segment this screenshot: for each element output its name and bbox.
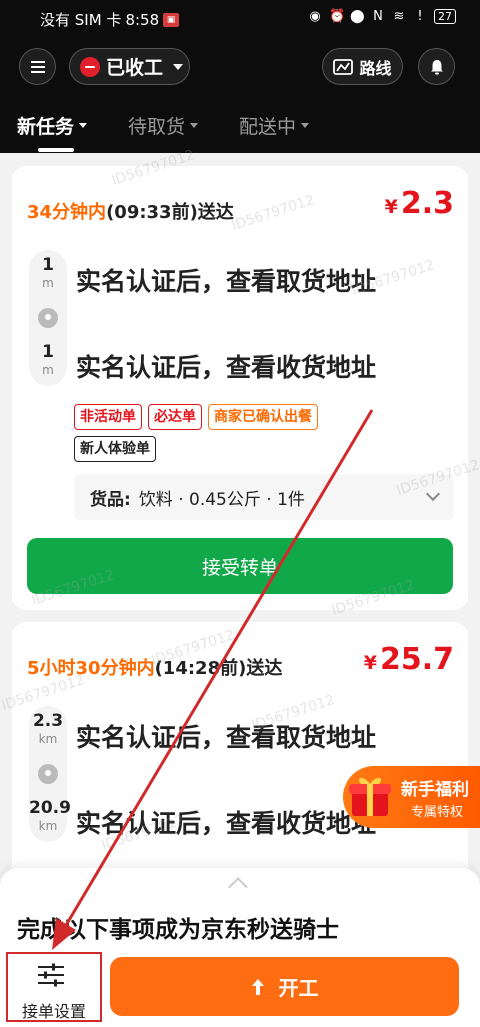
- status-bar: 没有 SIM 卡 8:58 ▣ ◉ ⏰ ⬤ N ≋ ! 27: [0, 0, 480, 36]
- distance-value: 1: [42, 255, 54, 275]
- distance-value: 2.3: [32, 711, 64, 731]
- menu-button[interactable]: [19, 48, 56, 85]
- deadline-duration: 5小时30分钟内: [27, 658, 155, 679]
- sliders-icon: [38, 963, 64, 987]
- order-price: ¥ 25.7: [364, 642, 454, 677]
- stop-icon: [80, 56, 100, 77]
- distance-unit: m: [42, 276, 54, 290]
- pickup-address: 实名认证后，查看取货地址: [76, 267, 377, 296]
- promo-title: 新手福利: [401, 780, 469, 800]
- promo-subtitle: 专属特权: [411, 805, 464, 820]
- chevron-up-icon[interactable]: [228, 877, 248, 897]
- location-pin-icon: [38, 764, 58, 784]
- price-value: 2.3: [400, 186, 454, 221]
- location-icon: ⬤: [350, 8, 365, 24]
- delivery-distance: 20.9 km: [29, 798, 71, 834]
- chevron-down-icon: [425, 486, 441, 502]
- order-settings-label: 接单设置: [21, 1002, 86, 1021]
- bell-icon: [430, 59, 443, 74]
- clock: 8:58: [125, 10, 160, 29]
- distance-rail: 2.3 km 20.9 km: [29, 706, 71, 842]
- alarm-icon: ⏰: [329, 8, 346, 24]
- battery-icon: 27: [434, 9, 456, 24]
- tab-pending-pickup[interactable]: 待取货: [128, 112, 199, 139]
- eye-icon: ◉: [309, 8, 321, 24]
- pickup-distance: 2.3 km: [29, 711, 67, 747]
- work-status-toggle[interactable]: 已收工: [69, 48, 190, 85]
- goods-label: 货品:: [90, 489, 131, 510]
- carrier-text: 没有 SIM 卡: [40, 11, 122, 29]
- start-work-label: 开工: [278, 976, 319, 1000]
- alert-icon: !: [417, 8, 423, 24]
- wifi-icon: ≋: [393, 8, 405, 24]
- nfc-icon: N: [373, 8, 383, 24]
- notification-icon: ▣: [163, 12, 180, 27]
- price-value: 25.7: [379, 642, 454, 677]
- newbie-benefits-badge[interactable]: 新手福利 专属特权: [343, 766, 480, 828]
- order-tabs: 新任务 待取货 配送中: [0, 104, 480, 153]
- route-button[interactable]: 路线: [322, 48, 403, 85]
- arrow-up-icon: [251, 978, 264, 995]
- order-card[interactable]: 34分钟内(09:33前)送达 ¥ 2.3 1 m 1 m 实名认证后，查看取货…: [12, 166, 468, 610]
- accept-transfer-button[interactable]: 接受转单: [27, 538, 453, 594]
- order-card[interactable]: 5小时30分钟内(14:28前)送达 ¥ 25.7 2.3 km 20.9 km…: [12, 622, 468, 902]
- delivery-distance: 1 m: [29, 342, 67, 378]
- pickup-distance: 1 m: [29, 255, 67, 291]
- hamburger-icon: [30, 60, 45, 73]
- currency-symbol: ¥: [363, 652, 377, 674]
- tag: 新人体验单: [74, 436, 156, 462]
- gift-icon: [349, 777, 391, 816]
- distance-rail: 1 m 1 m: [29, 250, 67, 386]
- pickup-address: 实名认证后，查看取货地址: [76, 723, 377, 752]
- map-icon: [333, 58, 354, 75]
- app-header: 没有 SIM 卡 8:58 ▣ ◉ ⏰ ⬤ N ≋ ! 27 已收工 路线 新任…: [0, 0, 480, 153]
- chevron-down-icon: [301, 123, 310, 128]
- deadline-time: (09:33前)送达: [106, 202, 234, 223]
- distance-unit: m: [42, 363, 54, 377]
- currency-symbol: ¥: [384, 196, 398, 218]
- distance-unit: km: [38, 732, 58, 746]
- deadline-time: (14:28前)送达: [154, 658, 283, 679]
- tag: 非活动单: [74, 404, 142, 430]
- notifications-button[interactable]: [418, 48, 455, 85]
- tab-new-tasks[interactable]: 新任务: [17, 112, 88, 139]
- distance-unit: km: [38, 819, 58, 833]
- delivery-address: 实名认证后，查看收货地址: [76, 353, 377, 382]
- tab-label: 待取货: [128, 116, 186, 138]
- sheet-title: 完成以下事项成为京东秒送骑士: [17, 917, 339, 943]
- order-settings-button[interactable]: 接单设置: [6, 952, 102, 1022]
- tag: 必达单: [148, 404, 202, 430]
- chevron-down-icon: [173, 63, 184, 70]
- goods-summary[interactable]: 货品: 饮料 · 0.45公斤 · 1件: [74, 474, 454, 520]
- route-label: 路线: [359, 58, 392, 78]
- tab-label: 新任务: [17, 116, 75, 138]
- goods-value: 饮料 · 0.45公斤 · 1件: [138, 489, 305, 510]
- chevron-down-icon: [190, 123, 199, 128]
- tag: 商家已确认出餐: [208, 404, 318, 430]
- deadline-duration: 34分钟内: [27, 202, 107, 223]
- chevron-down-icon: [79, 123, 88, 128]
- delivery-deadline: 34分钟内(09:33前)送达: [27, 198, 234, 224]
- tab-label: 配送中: [239, 116, 297, 138]
- location-pin-icon: [38, 308, 58, 328]
- distance-value: 20.9: [29, 798, 71, 818]
- delivery-address: 实名认证后，查看收货地址: [76, 809, 377, 838]
- active-tab-indicator: [38, 148, 74, 152]
- start-work-button[interactable]: 开工: [110, 957, 459, 1016]
- order-price: ¥ 2.3: [385, 186, 454, 221]
- distance-value: 1: [42, 342, 54, 362]
- work-status-label: 已收工: [106, 57, 164, 79]
- order-tags: 非活动单 必达单 商家已确认出餐 新人体验单: [74, 404, 374, 462]
- tab-delivering[interactable]: 配送中: [239, 112, 310, 139]
- delivery-deadline: 5小时30分钟内(14:28前)送达: [27, 654, 282, 680]
